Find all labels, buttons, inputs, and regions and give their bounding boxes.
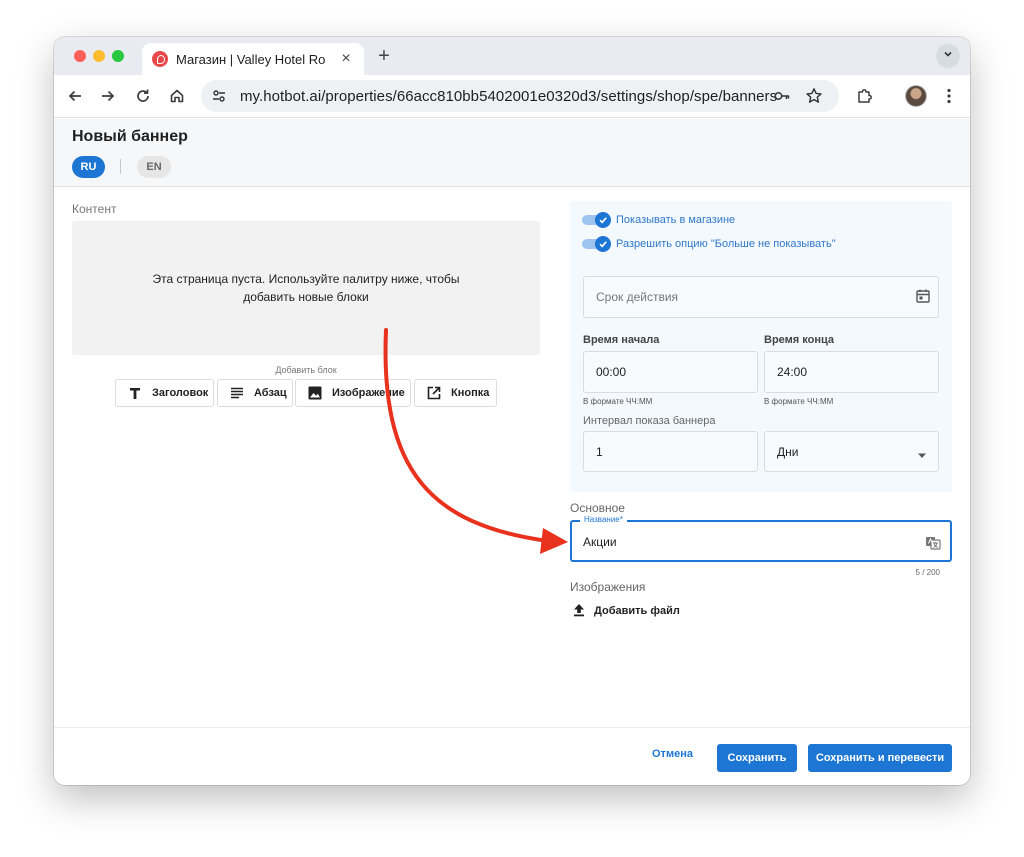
page-title: Новый баннер [72,128,188,145]
reload-icon[interactable] [131,84,155,108]
upload-icon [572,603,588,619]
add-paragraph-button[interactable]: Абзац [217,379,293,407]
profile-avatar[interactable] [905,85,927,107]
tab-title: Магазин | Valley Hotel Rosa K [176,51,326,67]
show-in-shop-label: Показывать в магазине [616,214,736,226]
interval-unit-select[interactable]: Дни [764,431,939,472]
lang-divider [120,159,121,174]
show-in-shop-toggle-row[interactable]: Показывать в магазине [582,212,736,228]
cancel-button[interactable]: Отмена [652,748,693,760]
name-char-counter: 5 / 200 [915,568,940,577]
form-footer: Отмена Сохранить Сохранить и перевести [54,727,970,785]
main-section-label: Основное [570,501,625,515]
name-field-value[interactable]: Акции [583,535,617,549]
extensions-puzzle-icon[interactable] [853,84,877,108]
name-field-legend: Название* [580,515,627,524]
add-heading-button[interactable]: Заголовок [115,379,214,407]
add-button-block-label: Кнопка [451,387,490,399]
browser-menu-kebab-icon[interactable] [937,84,961,108]
end-time-hint: В формате ЧЧ:ММ [764,397,834,406]
password-key-icon[interactable] [773,87,791,105]
browser-tab-active[interactable]: Магазин | Valley Hotel Rosa K × [142,43,364,75]
address-bar[interactable]: my.hotbot.ai/properties/66acc810bb540200… [201,80,839,112]
add-image-label: Изображение [332,387,405,399]
end-time-value: 24:00 [777,365,808,379]
start-time-value: 00:00 [596,365,627,379]
forward-arrow-icon[interactable] [96,84,120,108]
browser-toolbar: my.hotbot.ai/properties/66acc810bb540200… [54,75,970,118]
translate-icon[interactable] [925,535,941,551]
site-settings-icon[interactable] [204,81,234,111]
add-file-label: Добавить файл [594,605,680,617]
banner-settings-panel: Показывать в магазине Разрешить опцию "Б… [570,201,952,492]
empty-message-line1: Эта страница пуста. Используйте палитру … [152,272,460,286]
window-close-button[interactable] [74,50,86,62]
content-empty-canvas: Эта страница пуста. Используйте палитру … [72,221,540,355]
calendar-icon[interactable] [915,288,931,307]
validity-placeholder: Срок действия [596,290,679,304]
tab-close-icon[interactable]: × [338,51,354,67]
images-section-label: Изображения [570,580,646,594]
page-header: Новый баннер RU EN [54,119,970,187]
image-icon [308,385,322,401]
dropdown-caret-icon [917,448,927,462]
lang-tab-en[interactable]: EN [137,156,171,178]
start-time-hint: В формате ЧЧ:ММ [583,397,653,406]
new-tab-button[interactable]: + [372,45,396,69]
add-block-label: Добавить блок [275,365,337,375]
validity-date-field[interactable]: Срок действия [583,276,939,318]
end-time-input[interactable]: 24:00 [764,351,939,393]
interval-unit-value: Дни [777,444,799,459]
lang-tab-ru[interactable]: RU [72,156,105,178]
check-icon [595,212,611,228]
bookmark-star-icon[interactable] [805,87,823,105]
tab-search-chevron-icon[interactable] [936,44,960,68]
home-icon[interactable] [165,84,189,108]
paragraph-lines-icon [230,385,244,401]
end-time-label: Время конца [764,334,834,346]
browser-window: Магазин | Valley Hotel Rosa K × + my.hot… [54,37,970,785]
open-in-new-icon [427,385,441,401]
allow-dont-show-switch[interactable] [582,236,611,252]
interval-label: Интервал показа баннера [583,415,716,427]
site-favicon-icon [152,51,168,67]
content-section-label: Контент [72,202,117,216]
tab-strip: Магазин | Valley Hotel Rosa K × + [54,37,970,75]
back-arrow-icon[interactable] [63,84,87,108]
add-image-button[interactable]: Изображение [295,379,411,407]
add-button-block-button[interactable]: Кнопка [414,379,497,407]
empty-message-line2: добавить новые блоки [243,290,369,304]
window-zoom-button[interactable] [112,50,124,62]
save-button[interactable]: Сохранить [717,744,797,772]
add-heading-label: Заголовок [152,387,209,399]
banner-name-field[interactable]: Название* Акции [570,515,952,562]
check-icon [595,236,611,252]
show-in-shop-switch[interactable] [582,212,611,228]
save-and-translate-button[interactable]: Сохранить и перевести [808,744,952,772]
start-time-label: Время начала [583,334,660,346]
interval-value: 1 [596,444,603,459]
allow-dont-show-toggle-row[interactable]: Разрешить опцию "Больше не показывать" [582,236,836,252]
window-minimize-button[interactable] [93,50,105,62]
interval-value-input[interactable]: 1 [583,431,758,472]
start-time-input[interactable]: 00:00 [583,351,758,393]
add-paragraph-label: Абзац [254,387,287,399]
heading-t-icon [128,385,142,401]
add-file-button[interactable]: Добавить файл [572,603,680,619]
url-text: my.hotbot.ai/properties/66acc810bb540200… [240,87,778,105]
allow-dont-show-label: Разрешить опцию "Больше не показывать" [616,238,836,250]
